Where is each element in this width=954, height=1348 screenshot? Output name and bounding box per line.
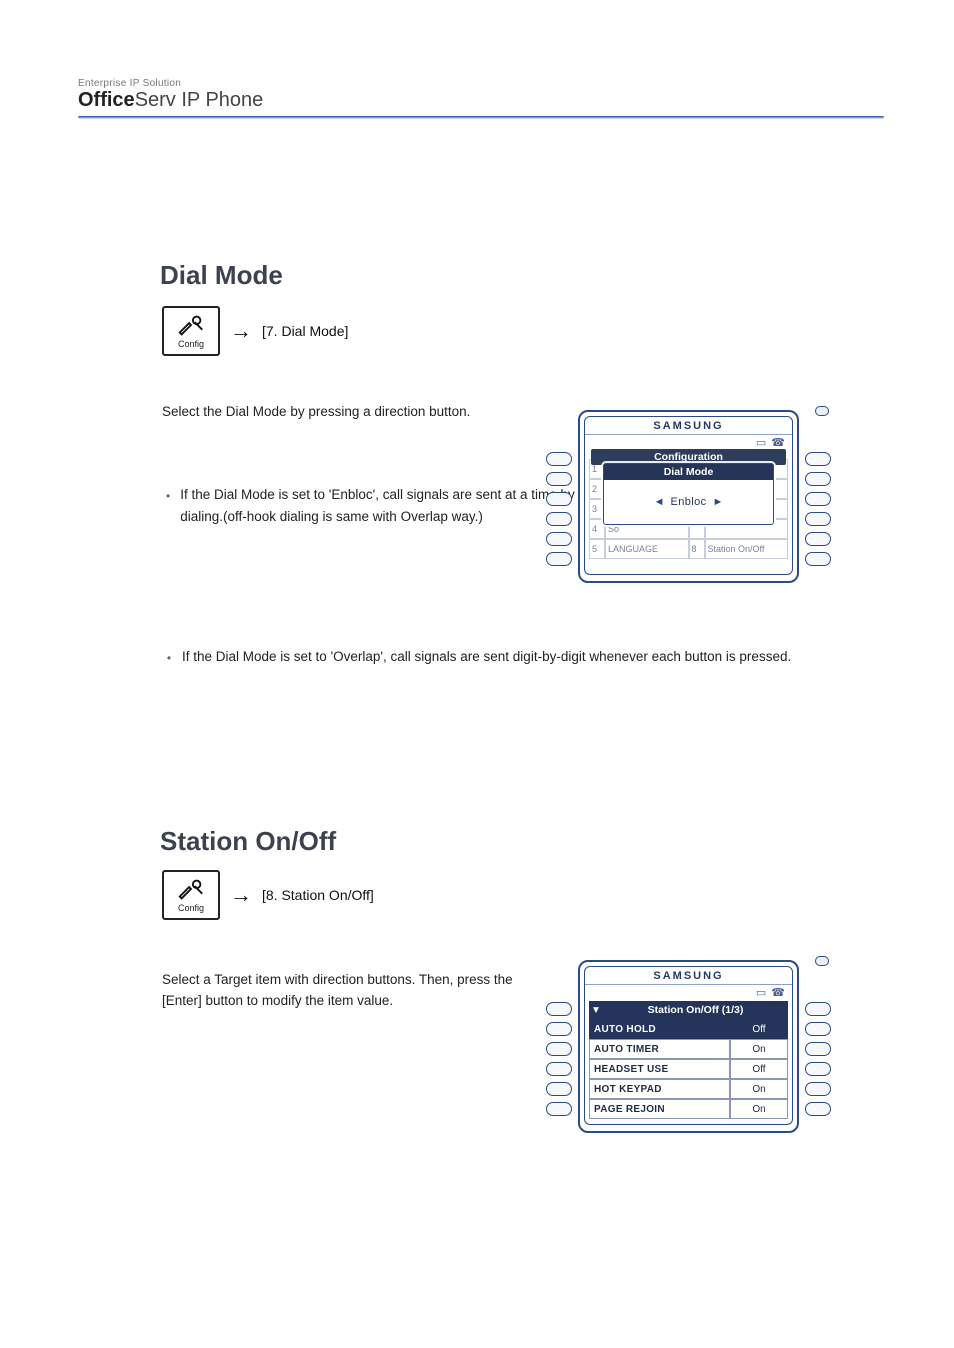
nav-text-station-onoff: [8. Station On/Off] [262, 887, 374, 903]
config-icon-label: Config [178, 339, 204, 349]
grid-cell: LANGUAGE [605, 539, 689, 559]
tools-icon [176, 877, 206, 901]
softkey[interactable] [805, 1102, 831, 1116]
config-icon: Config [162, 870, 220, 920]
softkeys-right [805, 1002, 831, 1116]
product-name-rest: Serv IP Phone [135, 89, 264, 111]
softkey[interactable] [546, 532, 572, 546]
grid-cell: Station On/Off [705, 539, 789, 559]
chevron-right-icon[interactable]: ► [713, 496, 724, 508]
softkey[interactable] [805, 1002, 831, 1016]
table-row-value[interactable]: On [730, 1079, 788, 1099]
dial-mode-popup-title: Dial Mode [604, 464, 773, 480]
softkey[interactable] [805, 1062, 831, 1076]
station-onoff-body: Select a Target item with direction butt… [162, 970, 542, 1012]
screen-brand: SAMSUNG [585, 417, 792, 435]
config-icon-label: Config [178, 903, 204, 913]
softkey[interactable] [805, 1022, 831, 1036]
nav-path-dial-mode: Config → [7. Dial Mode] [162, 306, 348, 356]
product-logo: Enterprise IP Solution OfficeServ IP Pho… [78, 78, 263, 112]
section-heading-station-onoff: Station On/Off [160, 826, 336, 857]
config-icon: Config [162, 306, 220, 356]
header-divider [78, 116, 884, 119]
arrow-icon: → [230, 318, 252, 344]
bullet-dot: • [166, 646, 172, 668]
screen-statusbar: ▭ ☎ [585, 985, 792, 999]
table-row-value[interactable]: Off [730, 1059, 788, 1079]
station-onoff-table: AUTO HOLD Off AUTO TIMER On HEADSET USE … [589, 1019, 788, 1119]
screen-statusbar: ▭ ☎ [585, 435, 792, 449]
table-row-value[interactable]: On [730, 1039, 788, 1059]
softkey[interactable] [546, 552, 572, 566]
table-row-name[interactable]: AUTO HOLD [589, 1019, 730, 1039]
scroll-down-icon[interactable]: ▼ [589, 1001, 603, 1019]
station-onoff-title: Station On/Off (1/3) [603, 1001, 788, 1019]
softkeys-left [546, 452, 572, 566]
nav-text-dial-mode: [7. Dial Mode] [262, 323, 348, 339]
softkey[interactable] [546, 452, 572, 466]
led-icon [815, 956, 829, 966]
softkey[interactable] [805, 492, 831, 506]
softkey[interactable] [546, 512, 572, 526]
chevron-left-icon[interactable]: ◄ [654, 496, 665, 508]
softkey[interactable] [546, 1042, 572, 1056]
table-row-value[interactable]: On [730, 1099, 788, 1119]
table-row-name[interactable]: PAGE REJOIN [589, 1099, 730, 1119]
screen-brand: SAMSUNG [585, 967, 792, 985]
led-icon [815, 406, 829, 416]
grid-cell: 8 [689, 539, 705, 559]
softkey[interactable] [546, 1102, 572, 1116]
nav-path-station-onoff: Config → [8. Station On/Off] [162, 870, 374, 920]
table-row-name[interactable]: HEADSET USE [589, 1059, 730, 1079]
softkey[interactable] [546, 1082, 572, 1096]
softkey[interactable] [546, 1002, 572, 1016]
product-name-bold: Office [78, 89, 135, 111]
softkey[interactable] [546, 492, 572, 506]
product-name: OfficeServ IP Phone [78, 89, 263, 112]
grid-cell: 5 [589, 539, 605, 559]
table-row-value[interactable]: Off [730, 1019, 788, 1039]
phone-illustration-station-onoff: SAMSUNG ▭ ☎ ▼ Station On/Off (1/3) AUTO … [546, 954, 831, 1139]
softkey[interactable] [805, 472, 831, 486]
softkey[interactable] [805, 512, 831, 526]
softkey[interactable] [546, 1022, 572, 1036]
table-row-name[interactable]: AUTO TIMER [589, 1039, 730, 1059]
arrow-icon: → [230, 882, 252, 908]
table-row-name[interactable]: HOT KEYPAD [589, 1079, 730, 1099]
bullet-dot: • [166, 484, 170, 527]
product-tagline: Enterprise IP Solution [78, 78, 263, 89]
softkey[interactable] [805, 532, 831, 546]
softkey[interactable] [805, 552, 831, 566]
dial-mode-value: Enbloc [670, 496, 706, 508]
dial-mode-popup: Dial Mode ◄ Enbloc ► [603, 463, 774, 525]
dial-mode-note-2-text: If the Dial Mode is set to 'Overlap', ca… [182, 646, 791, 668]
section-heading-dial-mode: Dial Mode [160, 260, 283, 291]
tools-icon [176, 313, 206, 337]
phone-screen: SAMSUNG ▭ ☎ 1 Ph 5 Lv 2 Lo 3 Ne [578, 410, 799, 583]
softkey[interactable] [546, 1062, 572, 1076]
dial-mode-note-2: • If the Dial Mode is set to 'Overlap', … [166, 646, 806, 668]
softkey[interactable] [546, 472, 572, 486]
softkey[interactable] [805, 1082, 831, 1096]
softkeys-left [546, 1002, 572, 1116]
phone-illustration-dial-mode: SAMSUNG ▭ ☎ 1 Ph 5 Lv 2 Lo 3 Ne [546, 404, 831, 589]
dial-mode-intro: Select the Dial Mode by pressing a direc… [162, 402, 542, 423]
softkey[interactable] [805, 1042, 831, 1056]
softkey[interactable] [805, 452, 831, 466]
phone-screen: SAMSUNG ▭ ☎ ▼ Station On/Off (1/3) AUTO … [578, 960, 799, 1133]
softkeys-right [805, 452, 831, 566]
